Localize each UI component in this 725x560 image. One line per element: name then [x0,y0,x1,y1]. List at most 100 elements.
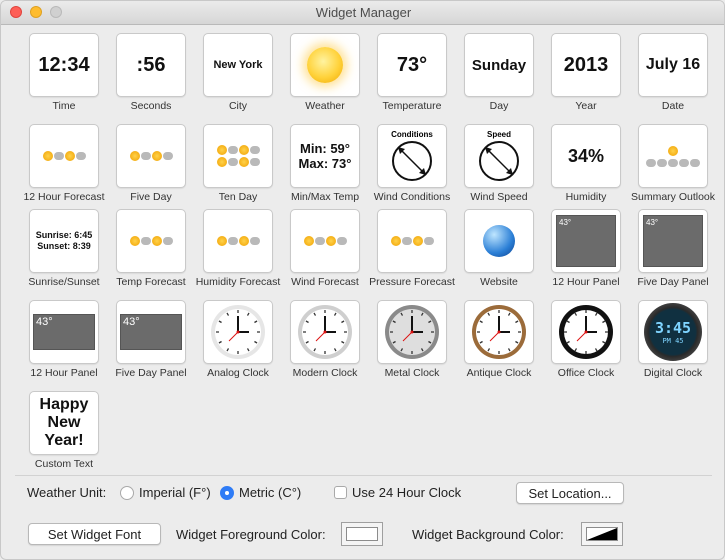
widget-preview[interactable] [290,209,360,273]
widget-12-hour-panel[interactable]: 43° 12 Hour Panel [537,207,625,295]
widget-wind-speed[interactable]: Speed Wind Speed [450,122,538,210]
cloud-icon [227,237,238,245]
sun-icon [303,236,314,246]
cloud-icon [140,152,151,160]
widget-preview[interactable] [464,300,534,364]
summary-icons [646,145,700,167]
metric-label: Metric (C°) [239,485,302,500]
widget-preview[interactable] [203,300,273,364]
metric-radio[interactable]: Metric (C°) [220,485,301,500]
widget-preview[interactable]: 2013 [551,33,621,97]
widget-preview[interactable] [116,209,186,273]
set-widget-font-button[interactable]: Set Widget Font [28,523,161,545]
cloud-icon [646,158,656,167]
title-bar[interactable]: Widget Manager [1,1,724,25]
widget-pressure-forecast[interactable]: Pressure Forecast [363,207,455,295]
widget-digital-clock[interactable]: 3:45 PM 45 Digital Clock [624,298,712,386]
widget-preview[interactable]: New York [203,33,273,97]
widget-preview-text: July 16 [645,56,701,73]
forecast-icons [42,151,86,161]
widget-time[interactable]: 12:34 Time [15,31,103,119]
widget-ten-day[interactable]: Ten Day [189,122,277,210]
metric-radio-button[interactable] [220,485,234,500]
widget-preview[interactable]: 3:45 PM 45 [638,300,708,364]
widget-day[interactable]: Sunday Day [450,31,538,119]
sun-icon [238,157,249,167]
sun-icon [412,236,423,246]
widget-preview[interactable]: 73° [377,33,447,97]
clock24-label: Use 24 Hour Clock [352,485,462,500]
widget-min-max-temp[interactable]: Min: 59° Max: 73° Min/Max Temp [276,122,364,210]
widget-office-clock[interactable]: Office Clock [537,298,625,386]
widget-preview[interactable] [464,209,534,273]
widget-12-hour-forecast[interactable]: 12 Hour Forecast [15,122,105,210]
widget-preview[interactable]: Speed [464,124,534,188]
widget-weather[interactable]: Weather [276,31,364,119]
widget-metal-clock[interactable]: Metal Clock [363,298,451,386]
clock24-checkbox-box[interactable] [334,486,347,499]
forecast-row-icon [216,157,260,167]
widget-preview[interactable] [116,124,186,188]
widget-preview[interactable] [377,209,447,273]
forecast-row-icon [129,151,173,161]
widget-preview[interactable]: 43° [29,300,99,364]
bg-color-well[interactable] [581,522,623,546]
widget-city[interactable]: New York City [189,31,277,119]
widget-sunrise-sunset[interactable]: Sunrise: 6:45 Sunset: 8:39 Sunrise/Sunset [15,207,103,295]
widget-preview[interactable]: 12:34 [29,33,99,97]
widget-preview[interactable]: Sunday [464,33,534,97]
widget-analog-clock[interactable]: Analog Clock [189,298,277,386]
widget-summary-outlook[interactable]: Summary Outlook [624,122,715,210]
sun-icon [325,236,336,246]
widget-preview[interactable]: 43° [551,209,621,273]
cloud-icon [227,146,238,154]
sun-icon [64,151,75,161]
widget-five-day-panel[interactable]: 43° Five Day Panel [624,207,712,295]
widget-preview[interactable]: Happy New Year! [29,391,99,455]
widget-preview[interactable]: 34% [551,124,621,188]
widget-preview[interactable] [203,209,273,273]
widget-temp-forecast[interactable]: Temp Forecast [102,207,190,295]
cloud-icon [690,158,700,167]
widget-preview[interactable]: Conditions [377,124,447,188]
widget-preview[interactable] [290,300,360,364]
widget-preview[interactable] [203,124,273,188]
widget-preview-text: Min: 59° Max: 73° [298,141,352,171]
widget-website[interactable]: Website [450,207,538,295]
widget-preview[interactable] [551,300,621,364]
widget-preview[interactable] [290,33,360,97]
widget-preview[interactable]: :56 [116,33,186,97]
widget-preview[interactable]: 43° [638,209,708,273]
widget-custom-text[interactable]: Happy New Year! Custom Text [15,389,103,477]
widget-12-hour-panel[interactable]: 43° 12 Hour Panel [15,298,103,386]
forecast-icons [129,151,173,161]
widget-preview[interactable] [377,300,447,364]
widget-wind-conditions[interactable]: Conditions Wind Conditions [363,122,451,210]
widget-preview[interactable]: July 16 [638,33,708,97]
widget-preview[interactable] [638,124,708,188]
widget-preview[interactable]: Min: 59° Max: 73° [290,124,360,188]
widget-preview[interactable]: Sunrise: 6:45 Sunset: 8:39 [29,209,99,273]
digital-clock-face: 3:45 PM 45 [644,303,702,361]
clock24-checkbox[interactable]: Use 24 Hour Clock [334,485,461,500]
forecast-icons [216,236,260,246]
widget-temperature[interactable]: 73° Temperature [363,31,451,119]
widget-year[interactable]: 2013 Year [537,31,625,119]
widget-antique-clock[interactable]: Antique Clock [450,298,538,386]
fg-color-well[interactable] [341,522,383,546]
widget-modern-clock[interactable]: Modern Clock [276,298,364,386]
widget-preview[interactable] [29,124,99,188]
widget-humidity[interactable]: 34% Humidity [537,122,625,210]
digital-sub: PM 45 [662,337,684,345]
widget-preview[interactable]: 43° [116,300,186,364]
widget-five-day-panel[interactable]: 43° Five Day Panel [102,298,190,386]
set-location-button[interactable]: Set Location... [516,482,624,504]
widget-seconds[interactable]: :56 Seconds [102,31,190,119]
widget-five-day[interactable]: Five Day [102,122,190,210]
widget-wind-forecast[interactable]: Wind Forecast [276,207,364,295]
imperial-radio[interactable]: Imperial (F°) [120,485,211,500]
widget-label: Five Day Panel [637,276,709,288]
imperial-radio-button[interactable] [120,485,134,500]
widget-humidity-forecast[interactable]: Humidity Forecast [189,207,280,295]
widget-date[interactable]: July 16 Date [624,31,712,119]
